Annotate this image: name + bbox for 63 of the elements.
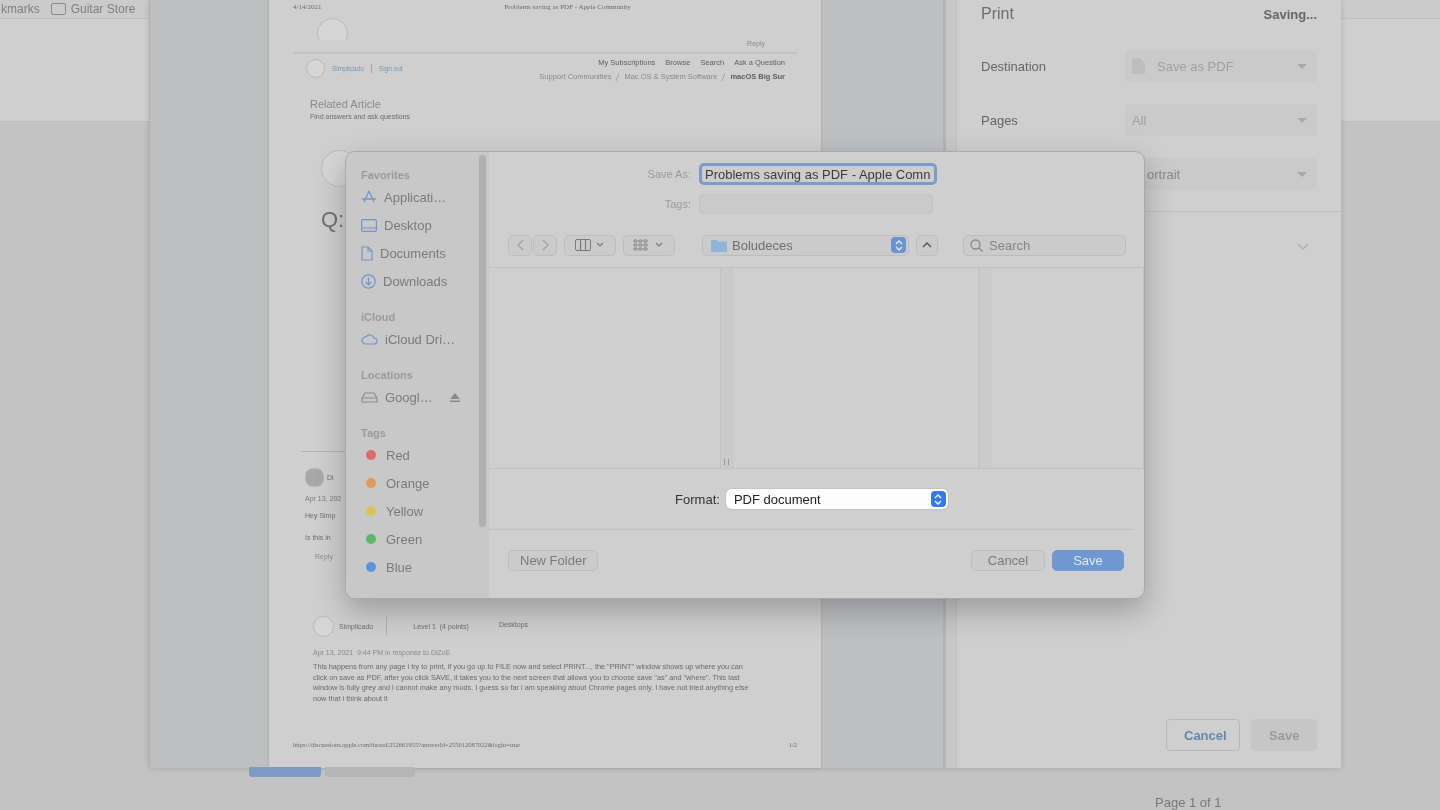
download-icon xyxy=(361,273,376,289)
group-view-button[interactable] xyxy=(623,234,675,256)
bookmark-link[interactable]: Guitar Store xyxy=(70,2,136,16)
new-folder-button[interactable]: New Folder xyxy=(508,549,599,571)
dropdown-arrow-icon xyxy=(1297,171,1307,177)
eject-icon[interactable] xyxy=(449,392,460,402)
dropdown-arrow-icon xyxy=(1297,117,1307,123)
forward-button[interactable] xyxy=(533,234,557,256)
dropdown-arrow-icon xyxy=(1297,63,1307,69)
desktop-icon xyxy=(361,218,377,232)
cloud-icon xyxy=(361,333,378,345)
partial-button[interactable] xyxy=(325,767,415,777)
document-icon xyxy=(361,245,373,261)
column-view-button[interactable] xyxy=(564,234,616,256)
sidebar-item[interactable]: Applicati… xyxy=(384,189,447,205)
drive-icon xyxy=(361,391,378,403)
cancel-button[interactable]: Cancel xyxy=(1166,719,1240,751)
avatar-icon xyxy=(313,615,334,637)
sidebar-item[interactable]: Yellow xyxy=(386,503,424,519)
folder-icon xyxy=(50,3,66,15)
sidebar-item[interactable]: Documents xyxy=(380,245,446,261)
column-resize-handle[interactable] xyxy=(724,459,729,465)
related-title: Related Article xyxy=(310,98,382,110)
filename-field[interactable]: Problems saving as PDF - Apple Comn xyxy=(699,163,937,185)
question-mark-label: Q: xyxy=(321,207,345,233)
format-popup[interactable]: PDF document xyxy=(725,489,948,509)
back-button[interactable] xyxy=(508,234,532,256)
cancel-button[interactable]: Cancel xyxy=(971,549,1045,571)
setting-label: Pages xyxy=(981,112,1019,128)
format-label: Format: xyxy=(675,491,720,507)
avatar-icon xyxy=(317,18,348,40)
grid-icon xyxy=(633,239,665,251)
scrollbar[interactable] xyxy=(479,155,486,527)
sidebar-item[interactable]: Googl… xyxy=(385,389,433,405)
setting-label: Destination xyxy=(981,58,1048,74)
sidebar-item[interactable]: Red xyxy=(386,447,410,463)
sidebar-item[interactable]: Orange xyxy=(386,475,430,491)
bookmark-link[interactable]: kmarks xyxy=(1,2,40,16)
columns-icon xyxy=(575,239,605,251)
status-label: Saving... xyxy=(1263,6,1317,22)
avatar-icon xyxy=(305,468,324,487)
search-icon xyxy=(970,238,983,252)
chevron-right-icon xyxy=(541,239,549,251)
expand-button[interactable] xyxy=(916,234,938,256)
page-count: Page 1 of 1 xyxy=(1155,795,1222,810)
sidebar-item[interactable]: Green xyxy=(386,531,423,547)
location-popup[interactable]: Boludeces xyxy=(702,234,909,256)
avatar-icon xyxy=(306,58,325,78)
print-title: Print xyxy=(981,5,1014,23)
sidebar-item[interactable]: Downloads xyxy=(383,273,448,289)
save-button[interactable]: Save xyxy=(1052,549,1124,571)
stepper-icon xyxy=(891,237,906,253)
folder-icon xyxy=(711,238,727,252)
sidebar-item[interactable]: iCloud Dri… xyxy=(385,331,456,347)
sidebar-item[interactable]: Blue xyxy=(386,559,413,575)
sidebar-item[interactable]: Desktop xyxy=(384,217,432,233)
search-field[interactable]: Search xyxy=(963,234,1126,256)
chevron-down-icon[interactable] xyxy=(1297,243,1309,251)
chevron-up-icon xyxy=(922,242,932,248)
apps-icon xyxy=(361,190,377,204)
stepper-icon xyxy=(930,491,946,507)
partial-button[interactable] xyxy=(249,767,321,777)
chevron-left-icon xyxy=(516,239,524,251)
